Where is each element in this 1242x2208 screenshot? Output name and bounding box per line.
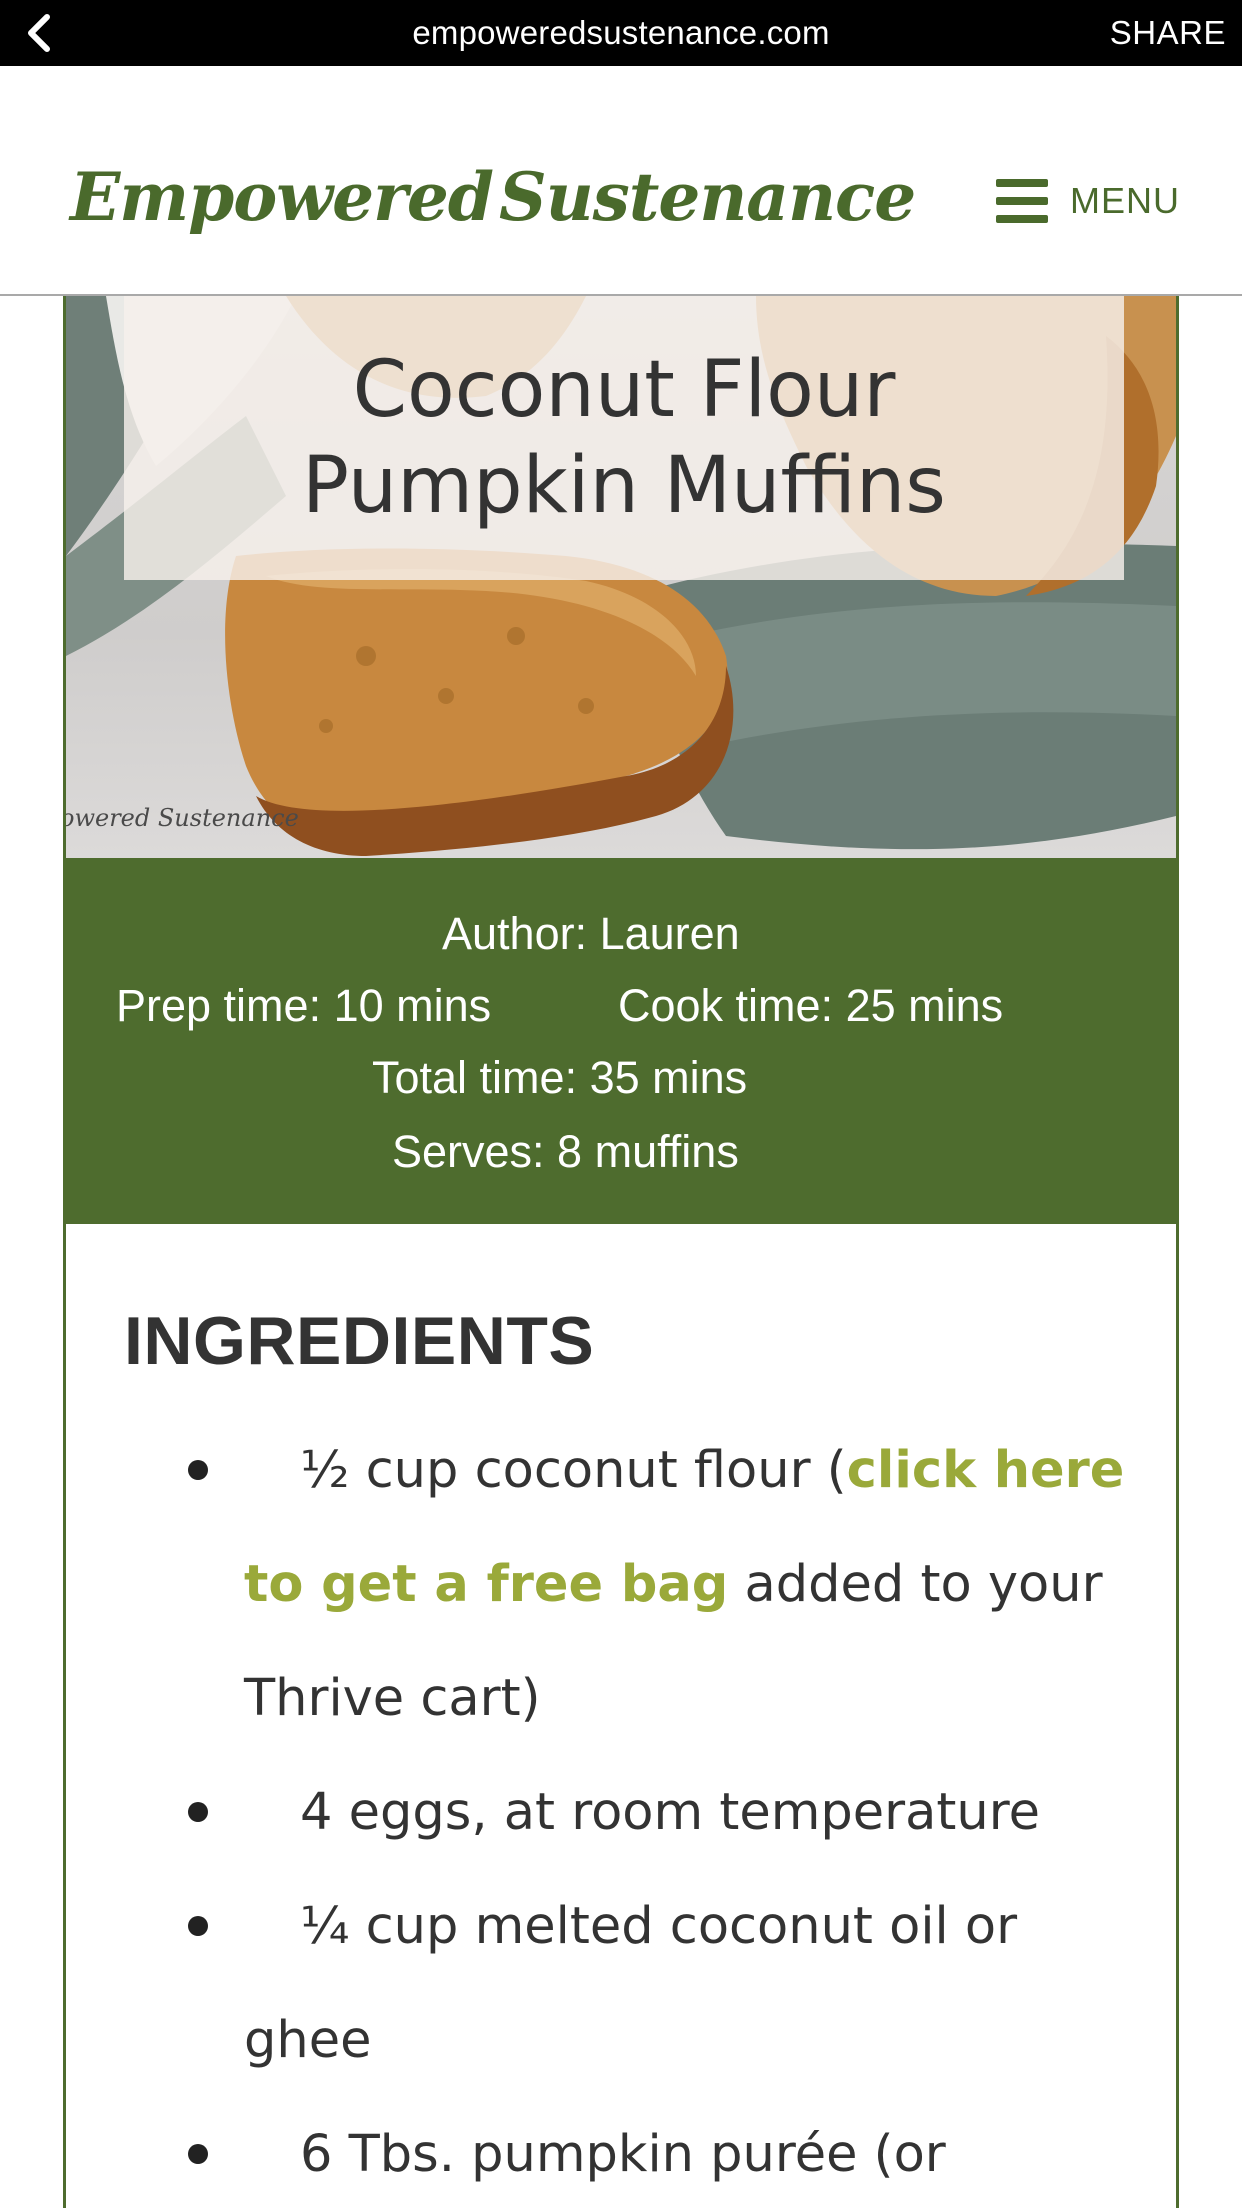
ingredients-heading: INGREDIENTS <box>124 1303 595 1379</box>
ingredient-text: ½ cup coconut flour ( <box>300 1441 847 1500</box>
list-item: ½ cup coconut flour (click here to get a… <box>188 1414 1144 1756</box>
hamburger-menu-icon <box>996 179 1048 223</box>
list-item: 4 eggs, at room temperature <box>188 1756 1144 1870</box>
ingredient-text: ¼ cup melted coconut oil or ghee <box>244 1897 1018 2070</box>
recipe-title-box: Coconut Flour Pumpkin Muffins <box>124 296 1124 580</box>
ingredient-text: 4 eggs, at room temperature <box>300 1783 1040 1842</box>
recipe-total-time: Total time: 35 mins <box>372 1052 748 1103</box>
menu-button[interactable]: MENU <box>996 166 1180 236</box>
browser-top-bar: empoweredsustenance.com SHARE <box>0 0 1242 66</box>
recipe-prep-time: Prep time: 10 mins <box>116 980 492 1031</box>
recipe-serves: Serves: 8 muffins <box>392 1126 739 1177</box>
menu-label: MENU <box>1070 180 1180 221</box>
recipe-author: Author: Lauren <box>442 908 740 959</box>
site-logo[interactable]: Empowered Sustenance <box>70 122 916 272</box>
site-header: Empowered Sustenance MENU <box>0 66 1242 296</box>
share-button[interactable]: SHARE <box>1110 0 1226 66</box>
list-item: 6 Tbs. pumpkin purée (or <box>188 2098 1144 2208</box>
page-url[interactable]: empoweredsustenance.com <box>412 14 829 52</box>
ingredient-text: 6 Tbs. pumpkin purée (or <box>300 2125 946 2184</box>
back-button[interactable] <box>18 13 58 53</box>
list-item: ¼ cup melted coconut oil or ghee <box>188 1870 1144 2098</box>
ingredients-list: ½ cup coconut flour (click here to get a… <box>188 1414 1144 2208</box>
recipe-title: Coconut Flour Pumpkin Muffins <box>302 345 946 531</box>
recipe-meta: Author: Lauren Prep time: 10 mins Cook t… <box>66 858 1176 1224</box>
recipe-hero-image: Coconut Flour Pumpkin Muffins owered Sus… <box>66 296 1176 858</box>
recipe-cook-time: Cook time: 25 mins <box>618 980 1004 1031</box>
ingredients-section: INGREDIENTS ½ cup coconut flour (click h… <box>66 1224 1176 2208</box>
logo-text-right: Sustenance <box>499 158 916 236</box>
image-watermark: owered Sustenance <box>66 804 299 832</box>
recipe-card: Coconut Flour Pumpkin Muffins owered Sus… <box>63 296 1179 2208</box>
chevron-left-icon <box>28 14 50 52</box>
logo-text-left: Empowered <box>70 158 494 236</box>
